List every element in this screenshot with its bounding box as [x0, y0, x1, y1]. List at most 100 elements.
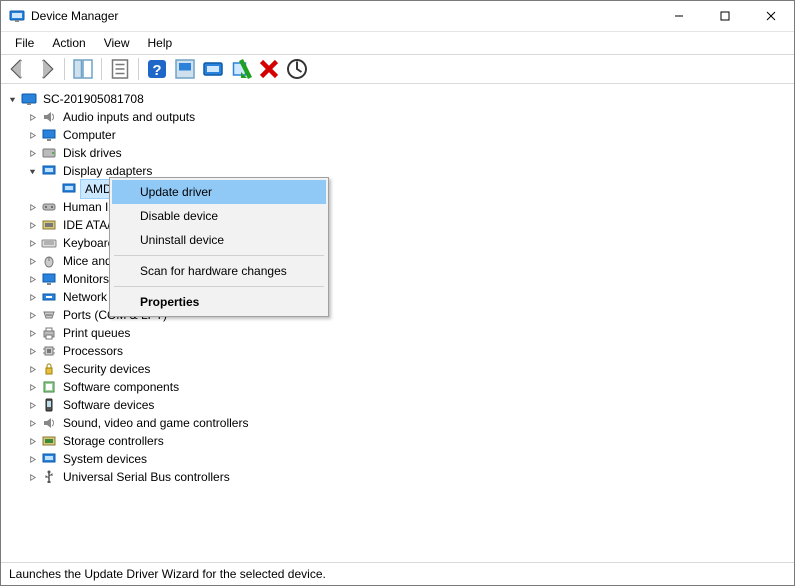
computer-icon — [21, 91, 37, 107]
collapse-icon[interactable] — [25, 254, 39, 268]
collapse-icon[interactable] — [25, 362, 39, 376]
tree-label: Software devices — [61, 396, 156, 414]
keyboard-icon — [41, 235, 57, 251]
collapse-icon[interactable] — [25, 470, 39, 484]
printer-icon — [41, 325, 57, 341]
close-button[interactable] — [748, 1, 794, 31]
tree-item-printq[interactable]: Print queues — [25, 324, 790, 342]
tree-item-disk[interactable]: Disk drives — [25, 144, 790, 162]
tree-item-sound[interactable]: Sound, video and game controllers — [25, 414, 790, 432]
tree-item-usb[interactable]: Universal Serial Bus controllers — [25, 468, 790, 486]
tree-item-swcomp[interactable]: Software components — [25, 378, 790, 396]
collapse-icon[interactable] — [25, 272, 39, 286]
tree-root[interactable]: SC-201905081708 — [5, 90, 790, 108]
collapse-icon[interactable] — [25, 344, 39, 358]
context-separator — [114, 286, 324, 287]
collapse-icon[interactable] — [25, 218, 39, 232]
speaker-icon — [41, 415, 57, 431]
tree-item-audio[interactable]: Audio inputs and outputs — [25, 108, 790, 126]
forward-button[interactable] — [33, 56, 59, 82]
collapse-icon[interactable] — [25, 128, 39, 142]
tree-label: Computer — [61, 126, 118, 144]
content-area: SC-201905081708 Audio inputs and outputs… — [1, 84, 794, 563]
tree-label: SC-201905081708 — [41, 90, 146, 108]
collapse-icon[interactable] — [25, 200, 39, 214]
collapse-icon[interactable] — [25, 452, 39, 466]
tree-item-security[interactable]: Security devices — [25, 360, 790, 378]
menu-help[interactable]: Help — [140, 34, 181, 52]
disk-icon — [41, 145, 57, 161]
usb-icon — [41, 469, 57, 485]
port-icon — [41, 307, 57, 323]
mouse-icon — [41, 253, 57, 269]
toolbar-separator — [138, 58, 139, 80]
collapse-icon[interactable] — [25, 290, 39, 304]
display-adapter-icon — [61, 181, 77, 197]
device-manager-window: Device Manager File Action View Help ? — [0, 0, 795, 586]
collapse-icon[interactable] — [25, 146, 39, 160]
maximize-button[interactable] — [702, 1, 748, 31]
tree-label: Audio inputs and outputs — [61, 108, 197, 126]
tree-label: Security devices — [61, 360, 152, 378]
context-properties[interactable]: Properties — [112, 290, 326, 314]
toolbar-separator — [64, 58, 65, 80]
collapse-icon[interactable] — [25, 110, 39, 124]
menubar: File Action View Help — [1, 32, 794, 54]
cpu-icon — [41, 343, 57, 359]
context-scan-hardware[interactable]: Scan for hardware changes — [112, 259, 326, 283]
svg-text:?: ? — [152, 62, 161, 79]
scan-changes-button[interactable] — [284, 56, 310, 82]
component-icon — [41, 379, 57, 395]
context-separator — [114, 255, 324, 256]
hid-icon — [41, 199, 57, 215]
tree-label: Software components — [61, 378, 181, 396]
titlebar: Device Manager — [1, 1, 794, 32]
collapse-icon[interactable] — [25, 380, 39, 394]
context-uninstall-device[interactable]: Uninstall device — [112, 228, 326, 252]
tree-item-system[interactable]: System devices — [25, 450, 790, 468]
update-driver-button[interactable] — [200, 56, 226, 82]
tree-label: Print queues — [61, 324, 132, 342]
collapse-icon[interactable] — [25, 236, 39, 250]
menu-view[interactable]: View — [96, 34, 138, 52]
expand-icon[interactable] — [5, 92, 19, 106]
collapse-icon[interactable] — [25, 434, 39, 448]
tree-label: Sound, video and game controllers — [61, 414, 250, 432]
window-title: Device Manager — [31, 9, 118, 23]
properties-button[interactable] — [107, 56, 133, 82]
system-icon — [41, 451, 57, 467]
context-update-driver[interactable]: Update driver — [112, 180, 326, 204]
display-adapter-icon — [41, 163, 57, 179]
tree-item-processors[interactable]: Processors — [25, 342, 790, 360]
context-menu: Update driver Disable device Uninstall d… — [109, 177, 329, 317]
context-disable-device[interactable]: Disable device — [112, 204, 326, 228]
back-button[interactable] — [5, 56, 31, 82]
scan-hardware-button[interactable] — [172, 56, 198, 82]
collapse-icon[interactable] — [25, 326, 39, 340]
app-icon — [9, 8, 25, 24]
disable-device-button[interactable] — [228, 56, 254, 82]
collapse-icon[interactable] — [25, 398, 39, 412]
uninstall-device-button[interactable] — [256, 56, 282, 82]
menu-file[interactable]: File — [7, 34, 42, 52]
collapse-icon[interactable] — [25, 416, 39, 430]
tree-item-swdev[interactable]: Software devices — [25, 396, 790, 414]
security-icon — [41, 361, 57, 377]
tree-label: Storage controllers — [61, 432, 166, 450]
help-button[interactable]: ? — [144, 56, 170, 82]
expand-icon[interactable] — [25, 164, 39, 178]
storage-controller-icon — [41, 433, 57, 449]
tree-item-storage[interactable]: Storage controllers — [25, 432, 790, 450]
show-hide-tree-button[interactable] — [70, 56, 96, 82]
collapse-icon[interactable] — [25, 308, 39, 322]
menu-action[interactable]: Action — [44, 34, 93, 52]
toolbar: ? — [1, 54, 794, 84]
tree-label: Universal Serial Bus controllers — [61, 468, 232, 486]
network-icon — [41, 289, 57, 305]
tree-label: System devices — [61, 450, 149, 468]
tree-item-computer[interactable]: Computer — [25, 126, 790, 144]
no-arrow — [45, 182, 59, 196]
minimize-button[interactable] — [656, 1, 702, 31]
status-text: Launches the Update Driver Wizard for th… — [9, 567, 326, 581]
speaker-icon — [41, 109, 57, 125]
